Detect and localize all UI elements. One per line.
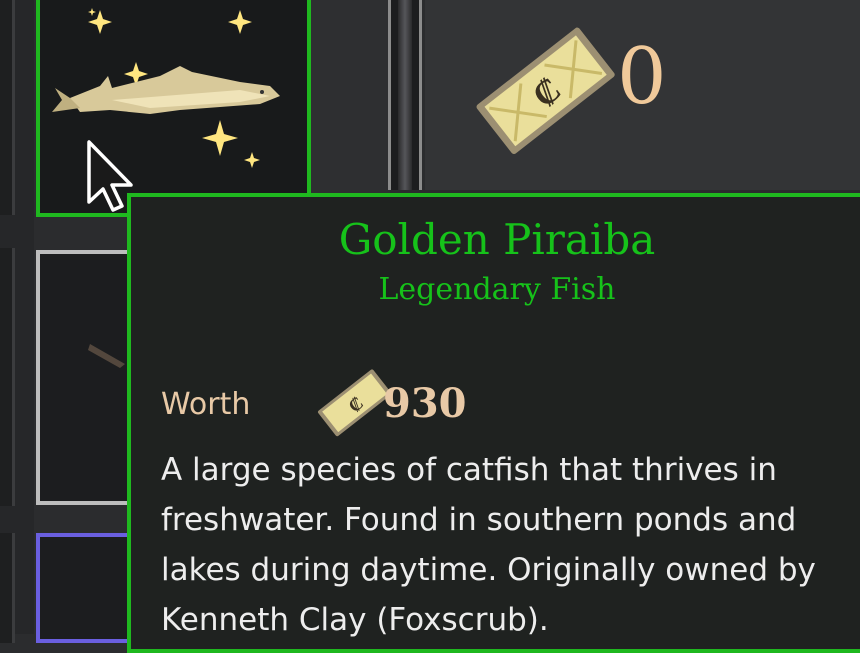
coin-bill-icon: ₡ bbox=[476, 27, 615, 155]
item-description: A large species of catfish that thrives … bbox=[161, 452, 816, 638]
inventory-slot-edge[interactable] bbox=[0, 533, 15, 643]
worth-value: 930 bbox=[383, 380, 467, 427]
item-tooltip: Golden Piraiba Legendary Fish Worth ₡ 93… bbox=[127, 193, 860, 653]
mouse-cursor-icon bbox=[87, 140, 133, 212]
scrollbar-divider[interactable] bbox=[388, 0, 422, 190]
worth-label: Worth bbox=[161, 387, 251, 422]
coin-bill-icon: ₡ bbox=[317, 369, 392, 437]
item-name: Golden Piraiba bbox=[338, 215, 656, 264]
inventory-slot-rare[interactable] bbox=[36, 533, 131, 643]
inventory-slot-common[interactable] bbox=[36, 250, 131, 505]
inventory-slot-edge[interactable] bbox=[0, 248, 15, 506]
item-rarity: Legendary Fish bbox=[378, 272, 616, 307]
currency-count: 0 bbox=[617, 32, 667, 122]
golden-fish-icon bbox=[52, 8, 280, 168]
inventory-slot-golden-piraiba[interactable] bbox=[36, 0, 311, 217]
inventory-slot-edge[interactable] bbox=[0, 0, 15, 215]
fish-silhouette-icon bbox=[88, 344, 125, 368]
